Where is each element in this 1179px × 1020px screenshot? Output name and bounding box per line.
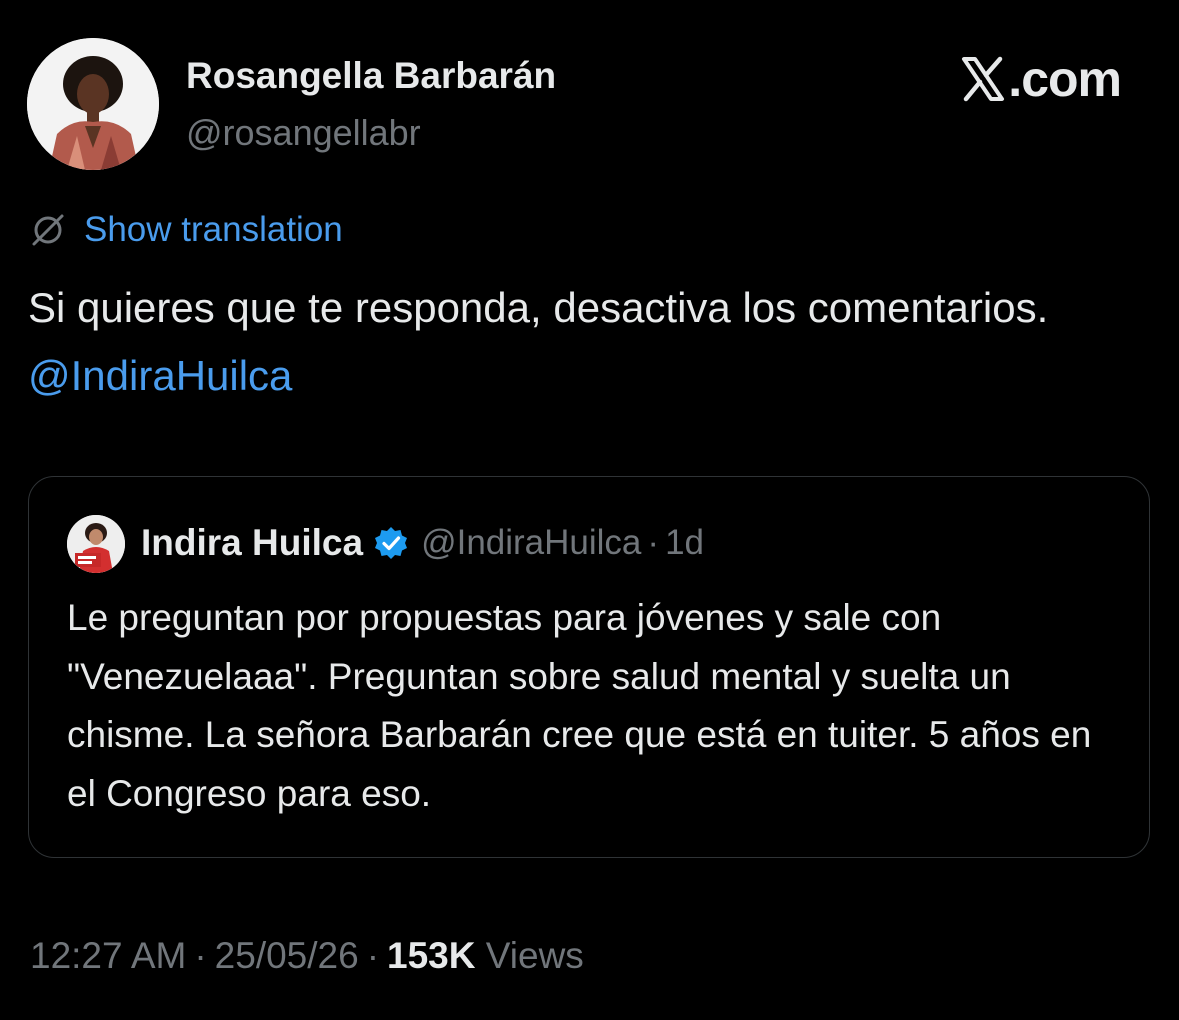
mention-link[interactable]: @IndiraHuilca	[28, 352, 292, 399]
quoted-tweet-text: Le preguntan por propuestas para jóvenes…	[67, 597, 1092, 814]
separator-dot: ·	[647, 523, 660, 562]
brand-logo: .com	[960, 50, 1122, 108]
author-avatar[interactable]	[27, 38, 159, 170]
tweet-date[interactable]: 25/05/26	[215, 935, 359, 976]
views-label: Views	[485, 935, 584, 976]
quoted-author-handle[interactable]: @IndiraHuilca	[421, 523, 641, 563]
author-handle[interactable]: @rosangellabr	[186, 112, 421, 154]
profile-photo	[67, 515, 125, 573]
brand-text: .com	[1008, 51, 1122, 107]
tweet-body: Si quieres que te responda, desactiva lo…	[28, 284, 1049, 331]
author-name[interactable]: Rosangella Barbarán	[186, 55, 556, 97]
verified-badge-icon	[375, 527, 408, 559]
quoted-tweet-header: Indira Huilca @IndiraHuilca · 1d	[141, 522, 704, 564]
views-count[interactable]: 153K	[387, 935, 475, 976]
quoted-author-avatar[interactable]	[67, 515, 125, 573]
tweet-meta: 12:27 AM · 25/05/26 · 153K Views	[30, 935, 584, 977]
quoted-author-name[interactable]: Indira Huilca	[141, 522, 363, 564]
tweet-text: Si quieres que te responda, desactiva lo…	[28, 274, 1148, 410]
x-logo-icon	[962, 56, 1005, 102]
show-translation-link[interactable]: Show translation	[84, 210, 343, 250]
separator-dot: ·	[366, 935, 380, 976]
translate-icon	[32, 214, 64, 246]
quoted-tweet-time[interactable]: 1d	[665, 523, 704, 563]
separator-dot: ·	[194, 935, 207, 976]
quoted-tweet-card[interactable]: Indira Huilca @IndiraHuilca · 1d Le preg…	[28, 476, 1150, 858]
show-translation[interactable]: Show translation	[30, 210, 343, 250]
tweet-time[interactable]: 12:27 AM	[30, 935, 186, 976]
profile-photo	[27, 38, 159, 170]
